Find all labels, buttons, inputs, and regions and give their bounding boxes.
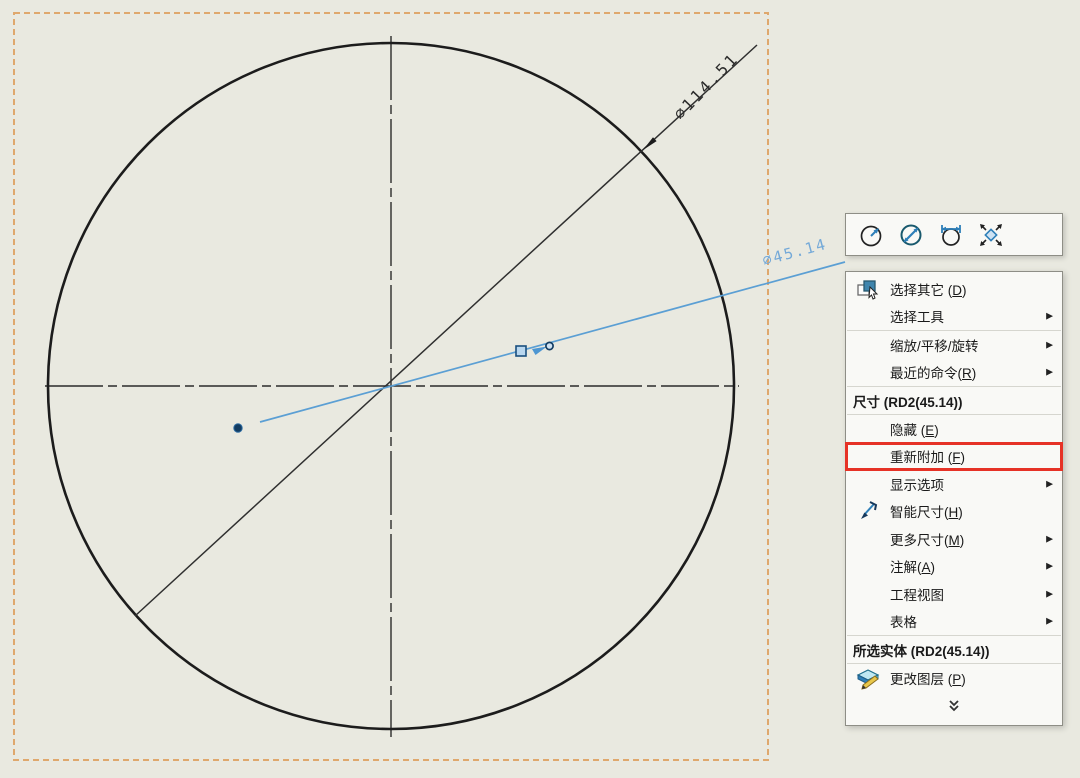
menu-item-label: 最近的命令(R) xyxy=(890,362,976,382)
menu-expand-row[interactable] xyxy=(846,692,1062,721)
linear-diameter-dimension-icon[interactable] xyxy=(934,218,968,252)
dimension-leader-selected[interactable] xyxy=(260,262,845,422)
menu-item-hide[interactable]: 隐藏 (E) xyxy=(846,415,1062,443)
menu-item-label: 选择其它 (D) xyxy=(890,279,967,299)
change-layer-icon xyxy=(846,666,890,690)
dimension-small-label[interactable]: ∅45.14 xyxy=(760,235,829,270)
menu-item-label: 重新附加 (F) xyxy=(890,446,965,466)
menu-item-label: 更多尺寸(M) xyxy=(890,529,964,549)
menu-item-change-layer[interactable]: 更改图层 (P) xyxy=(846,664,1062,692)
dimension-arrowhead-large xyxy=(643,137,657,150)
radius-dimension-icon[interactable] xyxy=(854,218,888,252)
submenu-arrow-icon: ▶ xyxy=(1046,533,1053,544)
menu-item-smart-dimension[interactable]: 智能尺寸(H) xyxy=(846,498,1062,526)
menu-item-label: 缩放/平移/旋转 xyxy=(890,335,979,355)
menu-item-reattach[interactable]: 重新附加 (F) xyxy=(846,443,1062,471)
smart-dimension-icon xyxy=(846,500,890,522)
submenu-arrow-icon: ▶ xyxy=(1046,478,1053,489)
menu-item-display-options[interactable]: 显示选项 ▶ xyxy=(846,470,1062,498)
dimension-leader-large[interactable] xyxy=(135,45,757,616)
submenu-arrow-icon: ▶ xyxy=(1046,561,1053,572)
dimension-drag-handle[interactable] xyxy=(516,346,526,356)
menu-item-more-dimensions[interactable]: 更多尺寸(M) ▶ xyxy=(846,525,1062,553)
expand-menu-chevron-icon xyxy=(947,699,961,713)
menu-item-zoom-pan-rotate[interactable]: 缩放/平移/旋转 ▶ xyxy=(846,331,1062,359)
menu-item-annotations[interactable]: 注解(A) ▶ xyxy=(846,553,1062,581)
menu-item-label: 工程视图 xyxy=(890,584,944,604)
dimension-anchor-dot[interactable] xyxy=(234,424,242,432)
menu-item-label: 注解(A) xyxy=(890,556,935,576)
menu-item-select-other[interactable]: 选择其它 (D) xyxy=(846,275,1062,303)
submenu-arrow-icon: ▶ xyxy=(1046,339,1053,350)
menu-item-label: 更改图层 (P) xyxy=(890,668,966,688)
diameter-dimension-icon[interactable] xyxy=(894,218,928,252)
menu-item-label: 隐藏 (E) xyxy=(890,419,939,439)
move-entity-icon[interactable] xyxy=(974,218,1008,252)
submenu-arrow-icon: ▶ xyxy=(1046,367,1053,378)
menu-section-header-dimension: 尺寸 (RD2(45.14)) xyxy=(846,387,1062,414)
menu-item-label: 选择工具 xyxy=(890,306,944,326)
menu-item-recent-commands[interactable]: 最近的命令(R) ▶ xyxy=(846,359,1062,387)
dimension-attach-point[interactable] xyxy=(546,342,553,349)
select-other-icon xyxy=(846,278,890,300)
submenu-arrow-icon: ▶ xyxy=(1046,616,1053,627)
menu-item-label: 智能尺寸(H) xyxy=(890,501,963,521)
menu-item-tables[interactable]: 表格 ▶ xyxy=(846,608,1062,636)
menu-section-header-selected-entity: 所选实体 (RD2(45.14)) xyxy=(846,636,1062,663)
context-menu: 选择其它 (D) 选择工具 ▶ 缩放/平移/旋转 ▶ 最近的命令(R) ▶ 尺寸… xyxy=(845,271,1063,726)
context-toolbar xyxy=(845,213,1063,256)
menu-item-drawing-views[interactable]: 工程视图 ▶ xyxy=(846,580,1062,608)
menu-item-label: 表格 xyxy=(890,611,917,631)
dimension-large-label[interactable]: ∅114.51 xyxy=(670,49,743,123)
submenu-arrow-icon: ▶ xyxy=(1046,588,1053,599)
menu-item-label: 显示选项 xyxy=(890,474,944,494)
submenu-arrow-icon: ▶ xyxy=(1046,311,1053,322)
menu-item-select-tool[interactable]: 选择工具 ▶ xyxy=(846,303,1062,331)
